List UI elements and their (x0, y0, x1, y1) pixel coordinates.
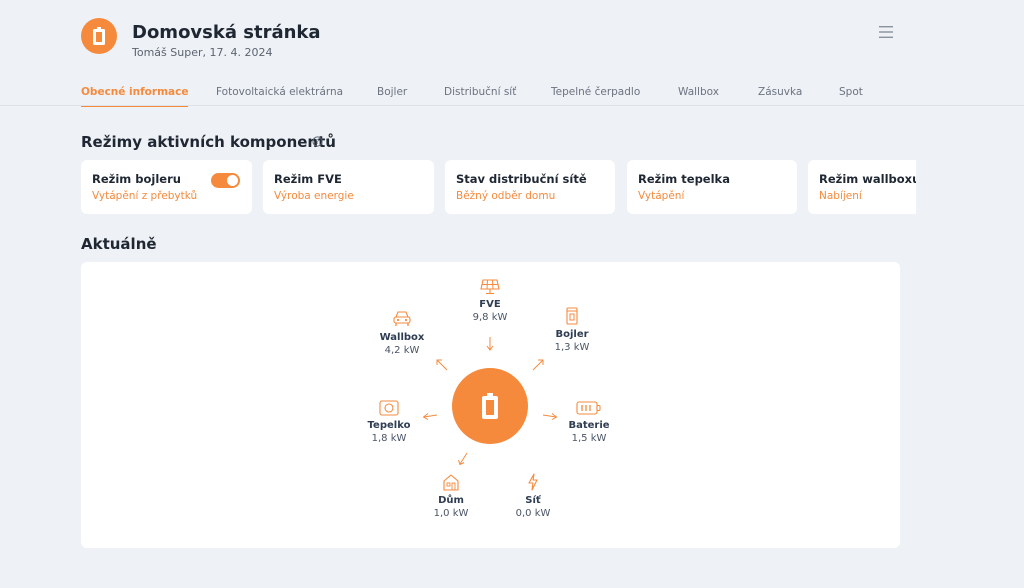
page-subtitle: Tomáš Super, 17. 4. 2024 (132, 46, 273, 59)
mode-card-value: Vytápění z přebytků (92, 190, 198, 202)
node-label: Wallbox (379, 332, 425, 343)
tab-distribution-grid[interactable]: Distribuční síť (444, 86, 516, 106)
tab-socket[interactable]: Zásuvka (758, 86, 802, 106)
tabs-divider (0, 105, 1024, 106)
lightning-icon (528, 473, 538, 491)
node-label: Dům (438, 495, 464, 506)
mode-card-value: Běžný odběr domu (456, 190, 556, 202)
mode-card-wallbox[interactable]: Režim wallboxu Nabíjení (808, 160, 916, 214)
mode-card-value: Výroba energie (274, 190, 354, 202)
hamburger-menu-icon[interactable] (879, 26, 893, 38)
info-icon[interactable]: ? (312, 136, 323, 147)
svg-text:?: ? (316, 138, 320, 146)
node-grid[interactable]: Síť 0,0 kW (512, 473, 554, 519)
node-label: Bojler (555, 329, 589, 340)
mode-card-title: Režim FVE (274, 172, 342, 186)
mode-card-fve[interactable]: Režim FVE Výroba energie (263, 160, 434, 214)
app-logo[interactable] (81, 18, 117, 54)
mode-card-heat-pump[interactable]: Režim tepelka Vytápění (627, 160, 797, 214)
tab-photovoltaic[interactable]: Fotovoltaická elektrárna (216, 86, 343, 106)
mode-card-boiler[interactable]: Režim bojleru Vytápění z přebytků (81, 160, 252, 214)
solar-panel-icon (480, 279, 500, 295)
node-value: 1,5 kW (571, 433, 607, 444)
mode-card-title: Stav distribuční sítě (456, 172, 587, 186)
node-value: 9,8 kW (472, 312, 508, 323)
battery-logo-icon (93, 27, 105, 45)
node-battery[interactable]: Baterie 1,5 kW (566, 400, 612, 444)
node-heat-pump[interactable]: Tepelko 1,8 kW (366, 400, 412, 444)
modes-section-title: Režimy aktivních komponentů (81, 133, 336, 151)
node-label: Baterie (568, 420, 610, 431)
boiler-mode-toggle[interactable] (211, 173, 240, 188)
heat-pump-icon (379, 400, 399, 416)
tab-wallbox[interactable]: Wallbox (678, 86, 719, 106)
page-title: Domovská stránka (132, 22, 321, 43)
car-icon (393, 311, 411, 326)
arrow-hub-to-battery (542, 413, 558, 420)
arrow-hub-to-heat-pump (422, 413, 438, 420)
tab-heat-pump[interactable]: Tepelné čerpadlo (551, 86, 640, 106)
node-boiler[interactable]: Bojler 1,3 kW (552, 307, 592, 353)
mode-card-title: Režim wallboxu (819, 172, 916, 186)
tab-general-info[interactable]: Obecné informace (81, 86, 189, 107)
mode-card-title: Režim tepelka (638, 172, 730, 186)
battery-hub-icon (482, 393, 498, 419)
node-value: 1,3 kW (554, 342, 590, 353)
node-value: 1,0 kW (433, 508, 469, 519)
node-label: FVE (479, 299, 501, 310)
toggle-knob (227, 175, 238, 186)
node-value: 1,8 kW (371, 433, 407, 444)
node-wallbox[interactable]: Wallbox 4,2 kW (379, 310, 425, 356)
node-value: 4,2 kW (384, 345, 420, 356)
mode-card-value: Vytápění (638, 190, 685, 202)
house-icon (443, 474, 459, 491)
node-fve[interactable]: FVE 9,8 kW (465, 279, 515, 323)
node-label: Tepelko (367, 420, 411, 431)
current-section-title: Aktuálně (81, 235, 157, 253)
mode-card-value: Nabíjení (819, 190, 862, 202)
tab-spot[interactable]: Spot (839, 86, 863, 106)
tab-bar: Obecné informace Fotovoltaická elektrárn… (0, 86, 1024, 107)
tab-boiler[interactable]: Bojler (377, 86, 407, 106)
mode-card-grid[interactable]: Stav distribuční sítě Běžný odběr domu (445, 160, 615, 214)
mode-card-title: Režim bojleru (92, 172, 181, 186)
boiler-icon (566, 307, 578, 325)
node-label: Síť (525, 495, 541, 506)
arrow-hub-to-wallbox (436, 359, 448, 371)
arrow-hub-to-house (458, 452, 468, 466)
arrow-fve-to-hub (486, 337, 494, 351)
arrow-hub-to-boiler (532, 359, 544, 371)
battery-icon (576, 401, 601, 415)
node-value: 0,0 kW (515, 508, 551, 519)
node-house[interactable]: Dům 1,0 kW (429, 473, 473, 519)
battery-hub (452, 368, 528, 444)
